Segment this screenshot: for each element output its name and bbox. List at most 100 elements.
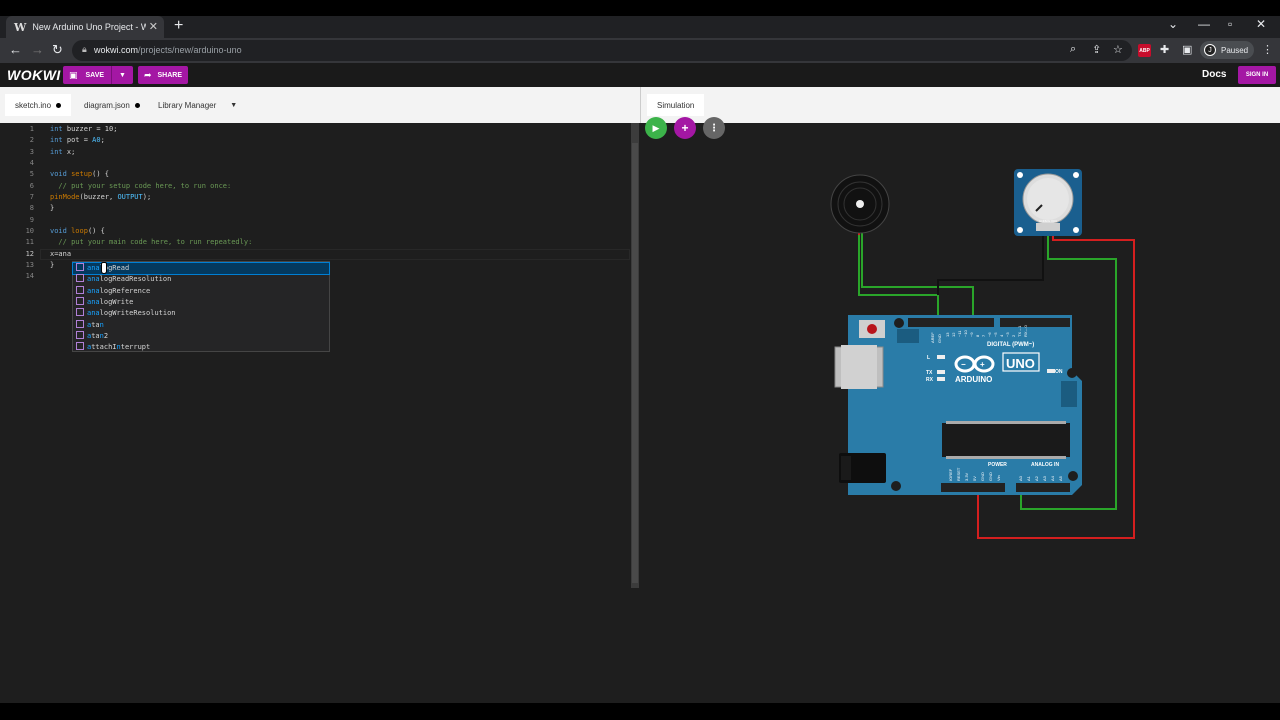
line-number: 4 [29, 159, 34, 167]
forward-icon[interactable]: → [31, 42, 44, 57]
unsaved-dot-icon [134, 102, 140, 108]
pin-label: A5 [1058, 475, 1063, 481]
rx-led-label: RX [926, 377, 934, 383]
power-header-label: POWER [988, 462, 1007, 468]
code-line: int x; [50, 148, 76, 156]
profile-status: Paused [1221, 45, 1249, 55]
close-window-icon[interactable]: ✕ [1256, 17, 1266, 31]
on-led-label: ON [1055, 369, 1063, 375]
save-dropdown-icon[interactable]: ▼ [111, 66, 133, 84]
share-page-icon[interactable]: ⇪ [1092, 43, 1101, 56]
code-line: void loop() { [50, 227, 105, 235]
editor-scrollbar-thumb[interactable] [632, 143, 638, 583]
tab-sketch-ino[interactable]: sketch.ino [5, 94, 72, 116]
circuit-diagram: GND SIG VCC − + ARDUINO UNO DIGITAL (PWM… [830, 169, 1135, 539]
board-brand-label: ARDUINO [955, 375, 992, 384]
autocomplete-item[interactable]: analogReadResolution [73, 274, 329, 285]
code-line: } [50, 204, 55, 212]
bookmark-star-icon[interactable]: ☆ [1113, 43, 1123, 56]
pin-label: RESET [956, 467, 961, 481]
aref-label: AREF [930, 332, 935, 343]
maximize-icon[interactable]: ▫ [1228, 17, 1232, 31]
tab-diagram-json[interactable]: diagram.json [74, 94, 150, 116]
code-editor[interactable]: 1 2 3 4 5 6 7 8 9 10 11 12 13 14 int buz… [0, 123, 640, 703]
share-label: SHARE [157, 71, 183, 79]
tab-label: diagram.json [84, 100, 130, 110]
autocomplete-item[interactable]: analogRead [72, 261, 330, 276]
url-text: wokwi.com/projects/new/arduino-uno [94, 45, 242, 55]
code-line: } [50, 261, 55, 269]
screen: W New Arduino Uno Project - Wokwi ✕ + ⌄ … [0, 0, 1280, 720]
code-line: pinMode(buzzer, OUTPUT); [50, 193, 152, 201]
current-line-highlight [40, 249, 630, 260]
new-tab-icon[interactable]: + [174, 17, 183, 35]
buzzer-component [830, 174, 890, 234]
code-line: // put your setup code here, to run once… [50, 182, 232, 190]
line-number: 11 [25, 238, 34, 246]
autocomplete-item[interactable]: analogWriteResolution [73, 308, 329, 319]
pin-label: 3.3V [964, 472, 969, 481]
save-label: SAVE [85, 71, 105, 79]
function-cube-icon [76, 342, 84, 350]
function-cube-icon [76, 331, 84, 339]
pin-label: Vin [996, 475, 1001, 481]
pot-pin-label: SIG [1045, 219, 1051, 223]
function-cube-icon [76, 320, 84, 328]
minimize-icon[interactable]: — [1198, 17, 1210, 31]
line-number: 10 [25, 227, 34, 235]
tab-library-manager[interactable]: Library Manager ▼ [148, 94, 247, 116]
line-number: 5 [29, 170, 34, 178]
gnd-label: GND [937, 334, 942, 343]
profile-button[interactable]: J Paused [1200, 41, 1254, 59]
browser-menu-icon[interactable]: ⋮ [1262, 43, 1273, 56]
wokwi-header: WOKWI ▣ SAVE ▼ ➦ SHARE Docs SIGN IN [0, 63, 1280, 87]
docs-link[interactable]: Docs [1202, 69, 1226, 80]
extensions-puzzle-icon[interactable]: ✚ [1160, 43, 1169, 56]
autocomplete-item[interactable]: attachInterrupt [73, 342, 329, 353]
adblock-extension-icon[interactable]: ABP [1138, 44, 1151, 57]
unsaved-dot-icon [56, 102, 62, 108]
profile-avatar: J [1204, 44, 1216, 56]
address-bar[interactable]: 🔒︎ wokwi.com/projects/new/arduino-uno ⌕ … [72, 40, 1132, 61]
signin-button[interactable]: SIGN IN [1238, 66, 1276, 84]
pin-label: ~6 [987, 332, 992, 337]
pin-label: A3 [1042, 475, 1047, 481]
pin-label: IOREF [948, 468, 953, 481]
share-button[interactable]: ➦ SHARE [138, 66, 188, 84]
svg-text:−: − [961, 360, 966, 369]
browser-tab[interactable]: W New Arduino Uno Project - Wokwi ✕ [6, 16, 164, 38]
close-tab-icon[interactable]: ✕ [149, 20, 158, 33]
pin-label: 12 [951, 332, 956, 337]
autocomplete-item[interactable]: atan2 [73, 331, 329, 342]
sidepanel-icon[interactable]: ▣ [1182, 43, 1192, 56]
wokwi-logo[interactable]: WOKWI [7, 67, 61, 83]
l-led-label: L [927, 355, 930, 361]
reload-icon[interactable]: ↻ [52, 42, 63, 58]
chevron-down-icon[interactable]: ▼ [230, 102, 237, 109]
function-cube-icon [76, 286, 84, 294]
tab-label: sketch.ino [15, 100, 52, 110]
save-disk-icon: ▣ [69, 69, 78, 80]
pin-label: RX←0 [1023, 324, 1028, 337]
wire-buzzer-to-pin [861, 233, 974, 321]
autocomplete-item[interactable]: atan [73, 320, 329, 331]
function-cube-icon [76, 263, 84, 271]
pin-label: ~11 [957, 330, 962, 337]
zoom-icon[interactable]: ⌕ [1070, 43, 1076, 56]
line-number: 9 [29, 216, 34, 224]
browser-toolbar: ← → ↻ 🔒︎ wokwi.com/projects/new/arduino-… [0, 38, 1280, 63]
tab-search-icon[interactable]: ⌄ [1168, 17, 1178, 31]
save-button[interactable]: ▣ SAVE ▼ [63, 66, 133, 84]
pin-label: A1 [1026, 475, 1031, 481]
pot-pin-label: VCC [1051, 219, 1058, 223]
tab-simulation[interactable]: Simulation [647, 94, 705, 116]
tx-led-label: TX [926, 370, 933, 376]
back-icon[interactable]: ← [9, 42, 22, 57]
code-line: x=ana [50, 250, 72, 258]
function-cube-icon [76, 308, 84, 316]
line-number: 1 [29, 125, 34, 133]
autocomplete-item[interactable]: analogReference [73, 286, 329, 297]
simulation-canvas[interactable]: ▶ + ⋮ GND SIG VCC − + ARDUINO UNO DIGITA… [640, 117, 1280, 703]
pin-label: ~5 [993, 332, 998, 337]
autocomplete-item[interactable]: analogWrite [73, 297, 329, 308]
